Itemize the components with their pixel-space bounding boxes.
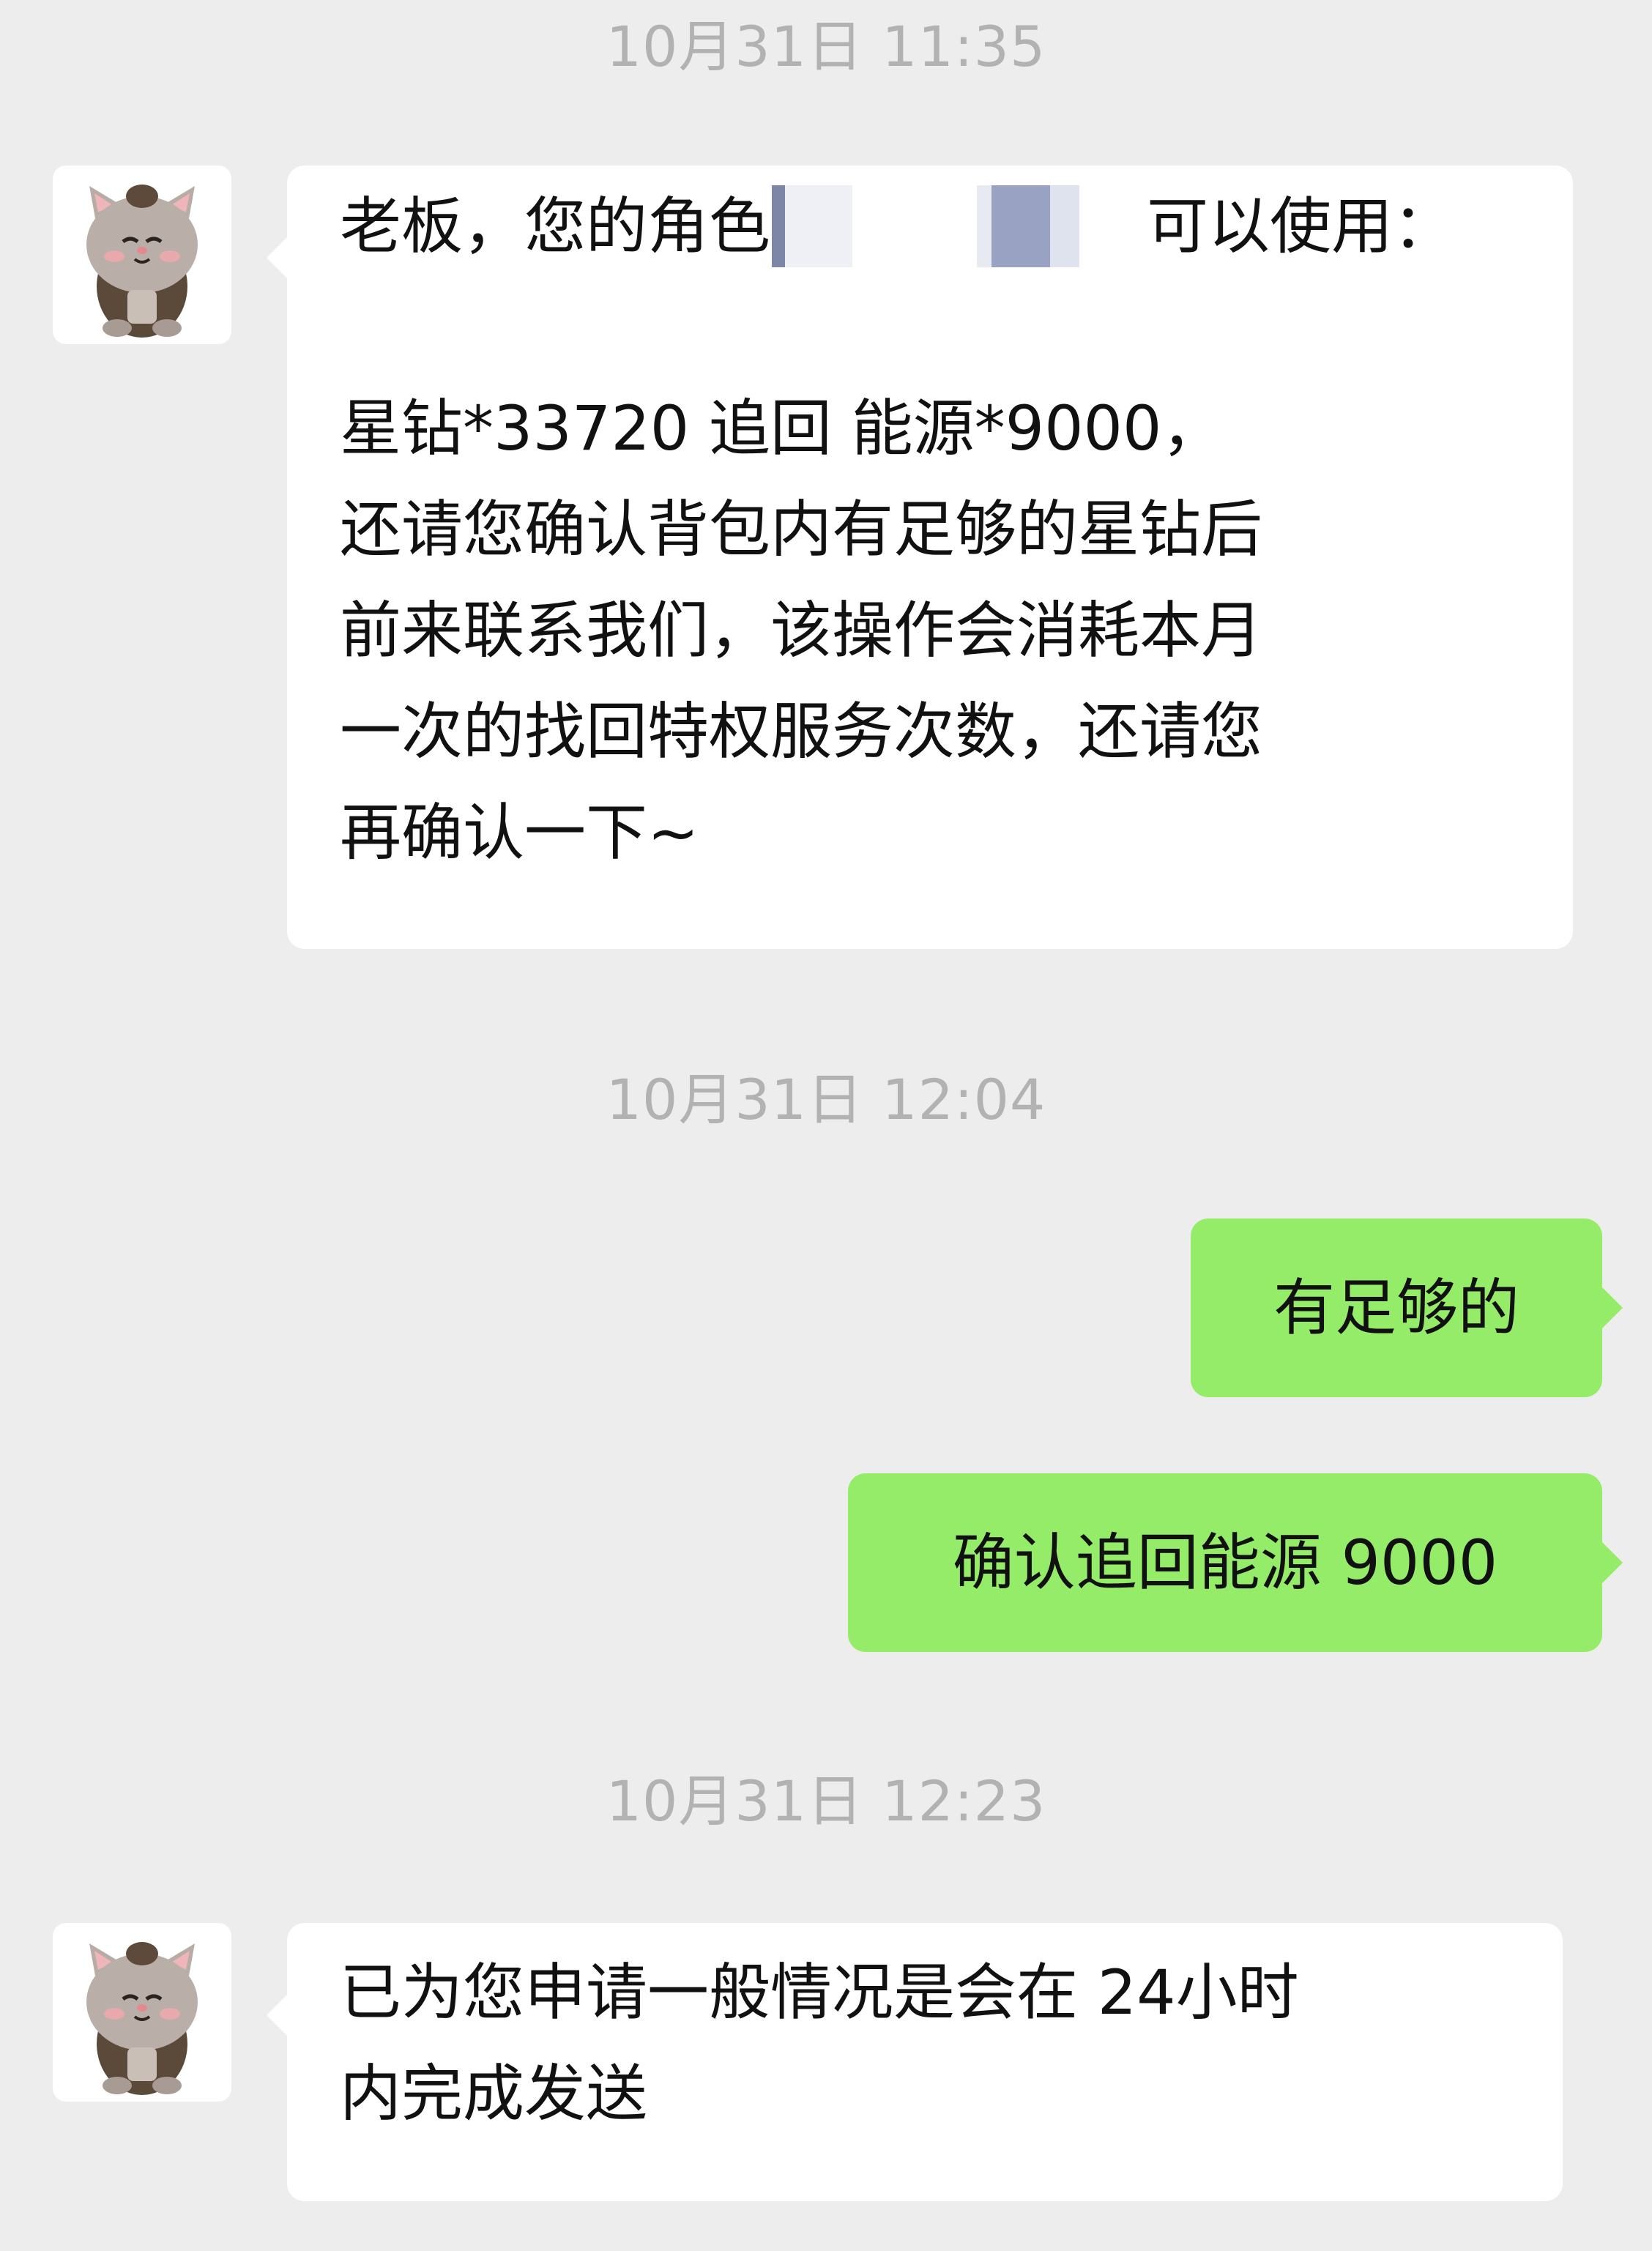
message-1-line-4: 前来联系我们，该操作会消耗本月 bbox=[340, 595, 1263, 666]
message-3-text: 确认追回能源 9000 bbox=[952, 1527, 1498, 1599]
timestamp-3: 10月31日 12:23 bbox=[606, 1768, 1046, 1834]
message-1-line-3: 还请您确认背包内有足够的星钻后 bbox=[340, 494, 1263, 565]
message-4-line-1: 已为您申请一般情况是会在 24小时 bbox=[340, 1957, 1299, 2028]
message-2-text: 有足够的 bbox=[1273, 1272, 1519, 1344]
timestamp-1: 10月31日 11:35 bbox=[606, 14, 1046, 79]
message-1-line-1-part-2: 可以使用： bbox=[1147, 190, 1455, 262]
message-1-line-5: 一次的找回特权服务次数，还请您 bbox=[340, 696, 1263, 767]
message-4-line-2: 内完成发送 bbox=[340, 2058, 648, 2129]
agent-avatar-2[interactable] bbox=[53, 1923, 231, 2102]
hamster-avatar-icon bbox=[86, 185, 198, 338]
timestamp-2: 10月31日 12:04 bbox=[606, 1067, 1046, 1132]
redacted-character-name bbox=[772, 185, 1146, 268]
message-bubble-outgoing-1[interactable]: 有足够的 bbox=[1191, 1218, 1623, 1397]
message-bubble-incoming-1[interactable]: 老板，您的角色 可以使用： 星钻*33720 追回 能源*9000， 还请您确认背… bbox=[267, 165, 1573, 949]
message-1-line-6: 再确认一下~ bbox=[340, 797, 699, 868]
message-1-line-2: 星钻*33720 追回 能源*9000， bbox=[340, 392, 1224, 464]
message-1-line-1-part-1: 老板，您的角色 bbox=[340, 190, 771, 262]
message-bubble-incoming-2[interactable]: 已为您申请一般情况是会在 24小时 内完成发送 bbox=[267, 1923, 1563, 2201]
message-1-blank-line bbox=[340, 277, 1573, 378]
message-1-line-1: 老板，您的角色 可以使用： bbox=[340, 176, 1573, 277]
message-bubble-outgoing-2[interactable]: 确认追回能源 9000 bbox=[848, 1473, 1623, 1652]
hamster-avatar-icon bbox=[86, 1942, 198, 2095]
agent-avatar[interactable] bbox=[53, 165, 231, 344]
